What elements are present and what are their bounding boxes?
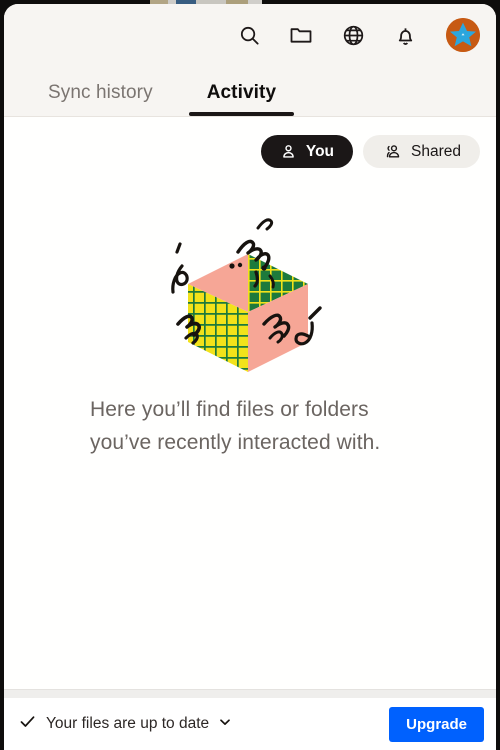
person-icon	[280, 143, 297, 160]
folder-icon[interactable]	[288, 22, 314, 48]
filter-shared-label: Shared	[411, 142, 461, 160]
filter-you-button[interactable]: You	[260, 135, 354, 168]
tab-sync-history[interactable]: Sync history	[30, 82, 171, 116]
filter-toggle-group: You Shared	[4, 117, 496, 168]
empty-state: Here you’ll find files or folders you’ve…	[4, 168, 496, 689]
avatar[interactable]	[446, 18, 480, 52]
search-icon[interactable]	[236, 22, 262, 48]
header-icon-bar	[4, 4, 496, 66]
check-icon	[18, 712, 37, 736]
people-icon	[382, 143, 402, 160]
globe-icon[interactable]	[340, 22, 366, 48]
bell-icon[interactable]	[392, 22, 418, 48]
footer-separator	[4, 689, 496, 698]
filter-you-label: You	[305, 142, 335, 160]
tab-bar: Sync history Activity	[4, 66, 496, 116]
app-header: Sync history Activity	[4, 4, 496, 117]
upgrade-button[interactable]: Upgrade	[389, 706, 484, 742]
main-content: You Shared Here you’ll find files or fol…	[4, 117, 496, 689]
sync-status-text: Your files are up to date	[46, 715, 210, 732]
sync-status[interactable]: Your files are up to date	[18, 712, 232, 736]
status-bar: Your files are up to date Upgrade	[4, 698, 496, 750]
cube-illustration	[160, 214, 340, 379]
dropbox-window: Sync history Activity You Shared Here yo…	[4, 4, 496, 750]
tab-activity[interactable]: Activity	[188, 82, 295, 116]
filter-shared-button[interactable]: Shared	[363, 135, 480, 168]
chevron-down-icon[interactable]	[218, 715, 232, 734]
empty-state-message: Here you’ll find files or folders you’ve…	[90, 398, 381, 454]
